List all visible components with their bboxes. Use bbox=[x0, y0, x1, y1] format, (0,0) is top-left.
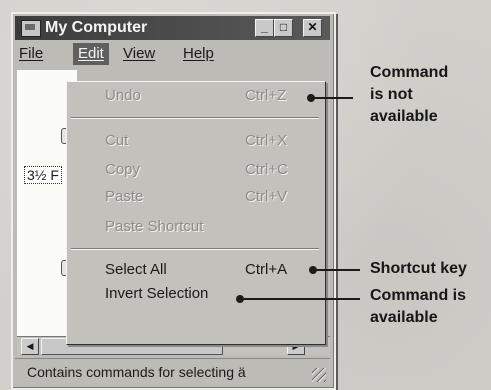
callout-line: available bbox=[370, 108, 438, 125]
maximize-button[interactable]: □ bbox=[274, 19, 293, 37]
menu-item-shortcut: Ctrl+X bbox=[245, 132, 288, 149]
menu-item-invert-selection[interactable]: Invert Selection bbox=[105, 285, 315, 305]
menu-item-paste-shortcut[interactable]: Paste Shortcut bbox=[105, 218, 315, 238]
menu-edit[interactable]: Edit bbox=[73, 43, 109, 65]
window-title: My Computer bbox=[45, 19, 148, 36]
scroll-left-icon[interactable]: ◀ bbox=[21, 338, 39, 355]
callout-leader-line bbox=[236, 295, 360, 303]
menu-item-shortcut: Ctrl+A bbox=[245, 261, 288, 278]
computer-icon bbox=[21, 20, 41, 37]
minimize-button[interactable]: _ bbox=[255, 19, 274, 37]
callout-line: is not bbox=[370, 86, 413, 103]
menu-bar: File Edit View Help bbox=[15, 42, 330, 66]
menu-item-label: Invert Selection bbox=[105, 285, 209, 302]
close-button[interactable]: ✕ bbox=[303, 19, 322, 37]
callout-leader-line bbox=[309, 266, 360, 274]
callout-line: available bbox=[370, 309, 438, 326]
callout-available: Command is available bbox=[370, 285, 466, 329]
status-bar: Contains commands for selecting ä bbox=[15, 358, 330, 385]
menu-item-label: Undo bbox=[105, 87, 141, 104]
menu-item-copy[interactable]: Copy Ctrl+C bbox=[105, 161, 315, 181]
status-text: Contains commands for selecting ä bbox=[27, 364, 246, 380]
menu-item-label: Cut bbox=[105, 132, 129, 149]
menu-help[interactable]: Help bbox=[183, 45, 214, 62]
resize-grip-icon[interactable] bbox=[312, 368, 326, 382]
menu-file[interactable]: File bbox=[19, 45, 43, 62]
menu-separator bbox=[71, 248, 319, 250]
menu-item-undo[interactable]: Undo Ctrl+Z bbox=[105, 87, 315, 107]
menu-item-shortcut: Ctrl+V bbox=[245, 188, 288, 205]
edit-menu-dropdown: Undo Ctrl+Z Cut Ctrl+X Copy Ctrl+C Paste… bbox=[66, 81, 326, 345]
callout-leader-line bbox=[307, 94, 353, 102]
menu-item-paste[interactable]: Paste Ctrl+V bbox=[105, 188, 315, 208]
floppy-drive-label[interactable]: 3½ F bbox=[24, 166, 62, 184]
menu-item-label: Paste Shortcut bbox=[105, 218, 204, 235]
callout-shortcut-key: Shortcut key bbox=[370, 260, 467, 277]
menu-item-shortcut: Ctrl+C bbox=[245, 161, 288, 178]
callout-line: Command is bbox=[370, 287, 467, 304]
menu-item-select-all[interactable]: Select All Ctrl+A bbox=[105, 261, 315, 281]
callout-not-available: Command is not available bbox=[370, 62, 448, 128]
menu-item-shortcut: Ctrl+Z bbox=[245, 87, 287, 104]
menu-separator bbox=[71, 117, 319, 119]
menu-item-cut[interactable]: Cut Ctrl+X bbox=[105, 132, 315, 152]
menu-item-label: Select All bbox=[105, 261, 167, 278]
menu-item-label: Copy bbox=[105, 161, 141, 178]
callout-line: Command bbox=[370, 64, 449, 81]
title-bar[interactable]: My Computer _ □ ✕ bbox=[15, 16, 330, 40]
menu-item-label: Paste bbox=[105, 188, 144, 205]
menu-view[interactable]: View bbox=[123, 45, 155, 62]
